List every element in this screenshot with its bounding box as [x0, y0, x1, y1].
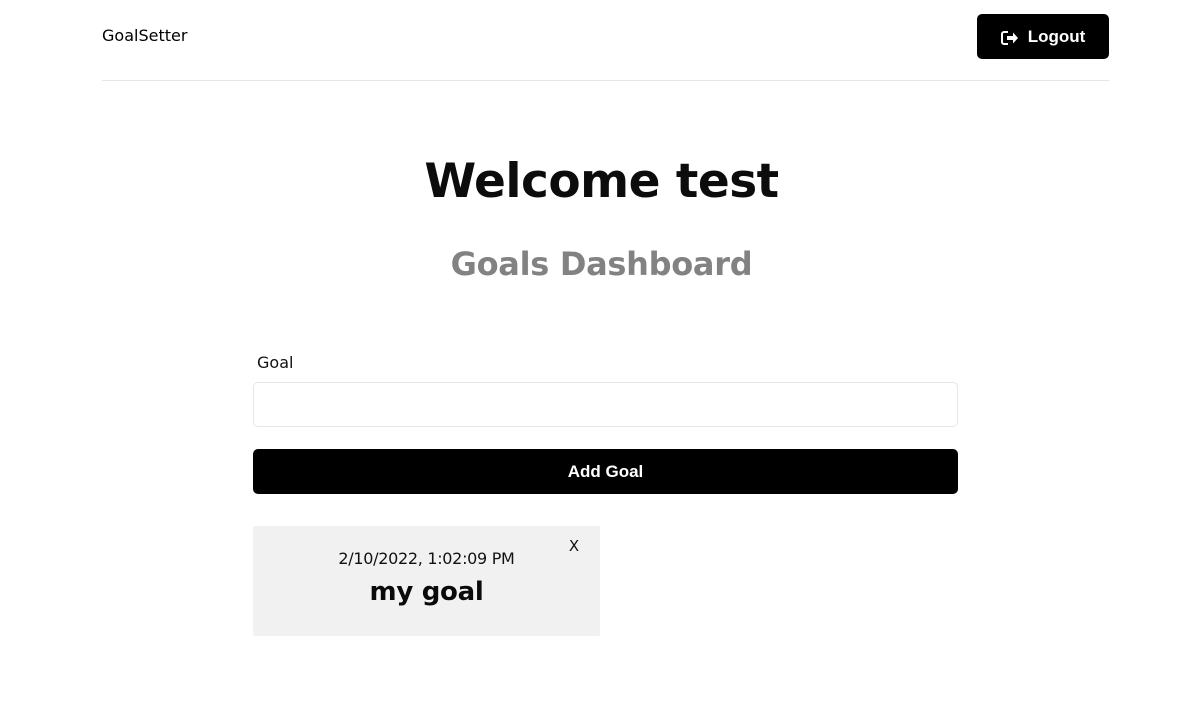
top-header: GoalSetter Logout	[102, 0, 1109, 81]
add-goal-button[interactable]: Add Goal	[253, 449, 958, 494]
goal-input[interactable]	[253, 382, 958, 427]
goal-label: Goal	[257, 353, 294, 372]
dashboard-subtitle: Goals Dashboard	[450, 245, 753, 283]
welcome-heading: Welcome test	[424, 154, 779, 209]
goal-date: 2/10/2022, 1:02:09 PM	[338, 549, 515, 568]
page: GoalSetter Logout Welcome test Goals Das…	[0, 0, 1203, 717]
goal-text: my goal	[369, 577, 484, 607]
logout-button[interactable]: Logout	[977, 14, 1109, 59]
goal-card: 2/10/2022, 1:02:09 PM my goal X	[253, 526, 600, 636]
brand-link[interactable]: GoalSetter	[102, 26, 187, 45]
sign-out-icon	[1000, 30, 1019, 45]
logout-label: Logout	[1027, 26, 1086, 46]
goal-form: Goal Add Goal	[253, 350, 958, 494]
delete-goal-button[interactable]: X	[564, 536, 584, 556]
